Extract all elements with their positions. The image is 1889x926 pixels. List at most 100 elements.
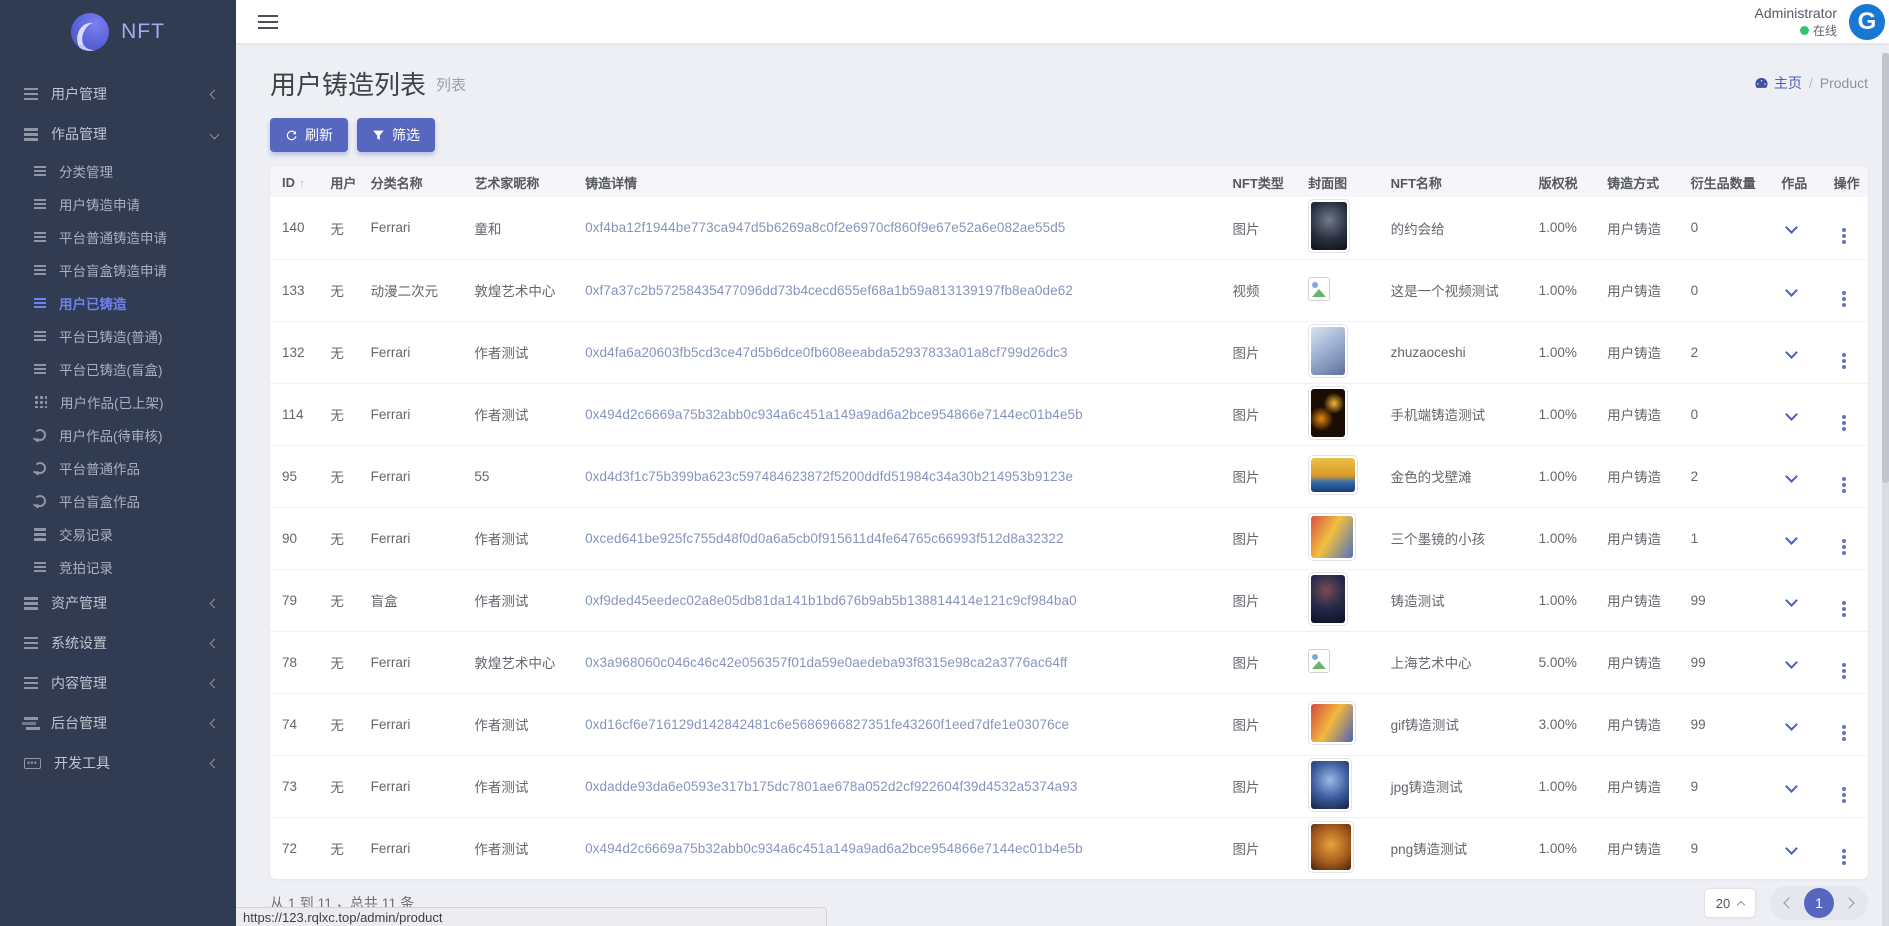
sidebar-item-13[interactable]: 交易记录 <box>0 517 236 550</box>
cover-thumbnail[interactable] <box>1308 572 1348 626</box>
sidebar-item-label: 用户作品(待审核) <box>59 425 218 445</box>
expand-works-chevron-icon[interactable] <box>1785 532 1798 545</box>
sidebar-item-9[interactable]: 用户作品(已上架) <box>0 385 236 418</box>
expand-works-chevron-icon[interactable] <box>1785 656 1798 669</box>
row-actions-kebab-icon[interactable] <box>1842 601 1846 605</box>
tx-hash-link[interactable]: 0xd4fa6a20603fb5cd3ce47d5b6dce0fb608eeab… <box>585 345 1068 360</box>
sidebar-item-15[interactable]: 资产管理 <box>0 583 236 623</box>
tx-hash-link[interactable]: 0xced641be925fc755d48f0d0a6a5cb0f915611d… <box>585 531 1064 546</box>
cell-royalty: 5.00% <box>1535 631 1603 693</box>
sidebar-toggle-icon[interactable] <box>258 15 278 17</box>
cover-thumbnail[interactable] <box>1308 513 1356 561</box>
cell-nft-type: 图片 <box>1229 507 1305 569</box>
row-actions-kebab-icon[interactable] <box>1842 849 1846 853</box>
breadcrumb-home-link[interactable]: 主页 <box>1754 73 1802 93</box>
sidebar-item-17[interactable]: 内容管理 <box>0 663 236 703</box>
sidebar-item-0[interactable]: 用户管理 <box>0 74 236 114</box>
sidebar-item-label: 用户管理 <box>51 84 211 104</box>
tx-hash-link[interactable]: 0xdadde93da6e0593e317b175dc7801ae678a052… <box>585 779 1077 794</box>
cell-nft-name: zhuzaoceshi <box>1387 321 1535 383</box>
scrollbar-thumb[interactable] <box>1882 53 1889 483</box>
sidebar-item-6[interactable]: 用户已铸造 <box>0 286 236 319</box>
row-actions-kebab-icon[interactable] <box>1842 353 1846 357</box>
prev-page-button[interactable] <box>1776 890 1802 916</box>
expand-works-chevron-icon[interactable] <box>1785 470 1798 483</box>
cell-id: 90 <box>270 507 326 569</box>
row-actions-kebab-icon[interactable] <box>1842 725 1846 729</box>
sidebar-item-label: 作品管理 <box>51 124 211 144</box>
sidebar-item-16[interactable]: 系统设置 <box>0 623 236 663</box>
sidebar-item-1[interactable]: 作品管理 <box>0 114 236 154</box>
cell-mint-method: 用户铸造 <box>1603 817 1687 879</box>
row-actions-kebab-icon[interactable] <box>1842 291 1846 295</box>
row-actions-kebab-icon[interactable] <box>1842 787 1846 791</box>
tx-hash-link[interactable]: 0xd16cf6e716129d142842481c6e568696682735… <box>585 717 1069 732</box>
sidebar-item-label: 平台已铸造(普通) <box>59 326 218 346</box>
tx-hash-link[interactable]: 0xf7a37c2b57258435477096dd73b4cecd655ef6… <box>585 283 1073 298</box>
cell-cover <box>1304 817 1387 879</box>
sidebar-item-14[interactable]: 竞拍记录 <box>0 550 236 583</box>
cover-image <box>1311 516 1353 558</box>
cell-works <box>1777 445 1829 507</box>
sidebar-item-8[interactable]: 平台已铸造(盲盒) <box>0 352 236 385</box>
expand-works-chevron-icon[interactable] <box>1785 408 1798 421</box>
sidebar-item-10[interactable]: 用户作品(待审核) <box>0 418 236 451</box>
sidebar-item-5[interactable]: 平台盲盒铸造申请 <box>0 253 236 286</box>
cover-image <box>1311 704 1353 742</box>
cell-cover <box>1304 197 1387 259</box>
row-actions-kebab-icon[interactable] <box>1842 539 1846 543</box>
row-actions-kebab-icon[interactable] <box>1842 477 1846 481</box>
sidebar-item-3[interactable]: 用户铸造申请 <box>0 187 236 220</box>
cover-thumbnail[interactable] <box>1308 324 1348 378</box>
tx-hash-link[interactable]: 0xd4d3f1c75b399ba623c597484623872f5200dd… <box>585 469 1073 484</box>
page-scrollbar[interactable] <box>1882 53 1889 926</box>
cover-thumbnail[interactable] <box>1308 701 1356 745</box>
column-header-0[interactable]: ID↑ <box>270 167 326 197</box>
cover-thumbnail[interactable] <box>1308 199 1350 253</box>
cover-thumbnail[interactable] <box>1308 455 1358 495</box>
sidebar-item-4[interactable]: 平台普通铸造申请 <box>0 220 236 253</box>
cell-artist: 作者测试 <box>470 755 581 817</box>
cover-thumbnail[interactable] <box>1308 821 1354 873</box>
brand-logo[interactable]: NFT <box>0 0 236 64</box>
sidebar-item-18[interactable]: 后台管理 <box>0 703 236 743</box>
sidebar-item-12[interactable]: 平台盲盒作品 <box>0 484 236 517</box>
filter-funnel-icon <box>372 129 385 142</box>
sidebar-item-19[interactable]: 开发工具 <box>0 743 236 783</box>
row-actions-kebab-icon[interactable] <box>1842 415 1846 419</box>
sidebar-item-label: 平台普通铸造申请 <box>59 227 218 247</box>
page-1-button[interactable]: 1 <box>1804 888 1834 918</box>
tx-hash-link[interactable]: 0xf4ba12f1944be773ca947d5b6269a8c0f2e697… <box>585 220 1065 235</box>
next-page-button[interactable] <box>1836 890 1862 916</box>
tx-hash-link[interactable]: 0xf9ded45eedec02a8e05db81da141b1bd676b9a… <box>585 593 1077 608</box>
tx-hash-link[interactable]: 0x3a968060c046c46c42e056357f01da59e0aede… <box>585 655 1067 670</box>
tx-hash-link[interactable]: 0x494d2c6669a75b32abb0c934a6c451a149a9ad… <box>585 407 1083 422</box>
table-row: 72无Ferrari作者测试0x494d2c6669a75b32abb0c934… <box>270 817 1868 879</box>
sidebar-item-2[interactable]: 分类管理 <box>0 154 236 187</box>
sidebar-item-11[interactable]: 平台普通作品 <box>0 451 236 484</box>
cell-derivatives: 0 <box>1687 383 1778 445</box>
expand-works-chevron-icon[interactable] <box>1785 718 1798 731</box>
cell-id: 95 <box>270 445 326 507</box>
expand-works-chevron-icon[interactable] <box>1785 284 1798 297</box>
expand-works-chevron-icon[interactable] <box>1785 221 1798 234</box>
column-header-5: NFT类型 <box>1229 167 1305 197</box>
app-window: NFT 用户管理作品管理分类管理用户铸造申请平台普通铸造申请平台盲盒铸造申请用户… <box>0 0 1889 926</box>
expand-works-chevron-icon[interactable] <box>1785 594 1798 607</box>
tx-hash-link[interactable]: 0x494d2c6669a75b32abb0c934a6c451a149a9ad… <box>585 841 1083 856</box>
row-actions-kebab-icon[interactable] <box>1842 228 1846 232</box>
expand-works-chevron-icon[interactable] <box>1785 346 1798 359</box>
cover-thumbnail[interactable] <box>1308 386 1348 440</box>
cell-nft-name: png铸造测试 <box>1387 817 1535 879</box>
page-size-select[interactable]: 20 <box>1704 888 1756 918</box>
expand-works-chevron-icon[interactable] <box>1785 842 1798 855</box>
row-actions-kebab-icon[interactable] <box>1842 663 1846 667</box>
chevron-left-icon <box>1783 897 1794 908</box>
user-avatar[interactable]: G <box>1847 2 1887 42</box>
expand-works-chevron-icon[interactable] <box>1785 780 1798 793</box>
cover-thumbnail[interactable] <box>1308 758 1352 812</box>
filter-button[interactable]: 筛选 <box>357 118 435 152</box>
refresh-button[interactable]: 刷新 <box>270 118 348 152</box>
cell-actions <box>1830 755 1868 817</box>
sidebar-item-7[interactable]: 平台已铸造(普通) <box>0 319 236 352</box>
